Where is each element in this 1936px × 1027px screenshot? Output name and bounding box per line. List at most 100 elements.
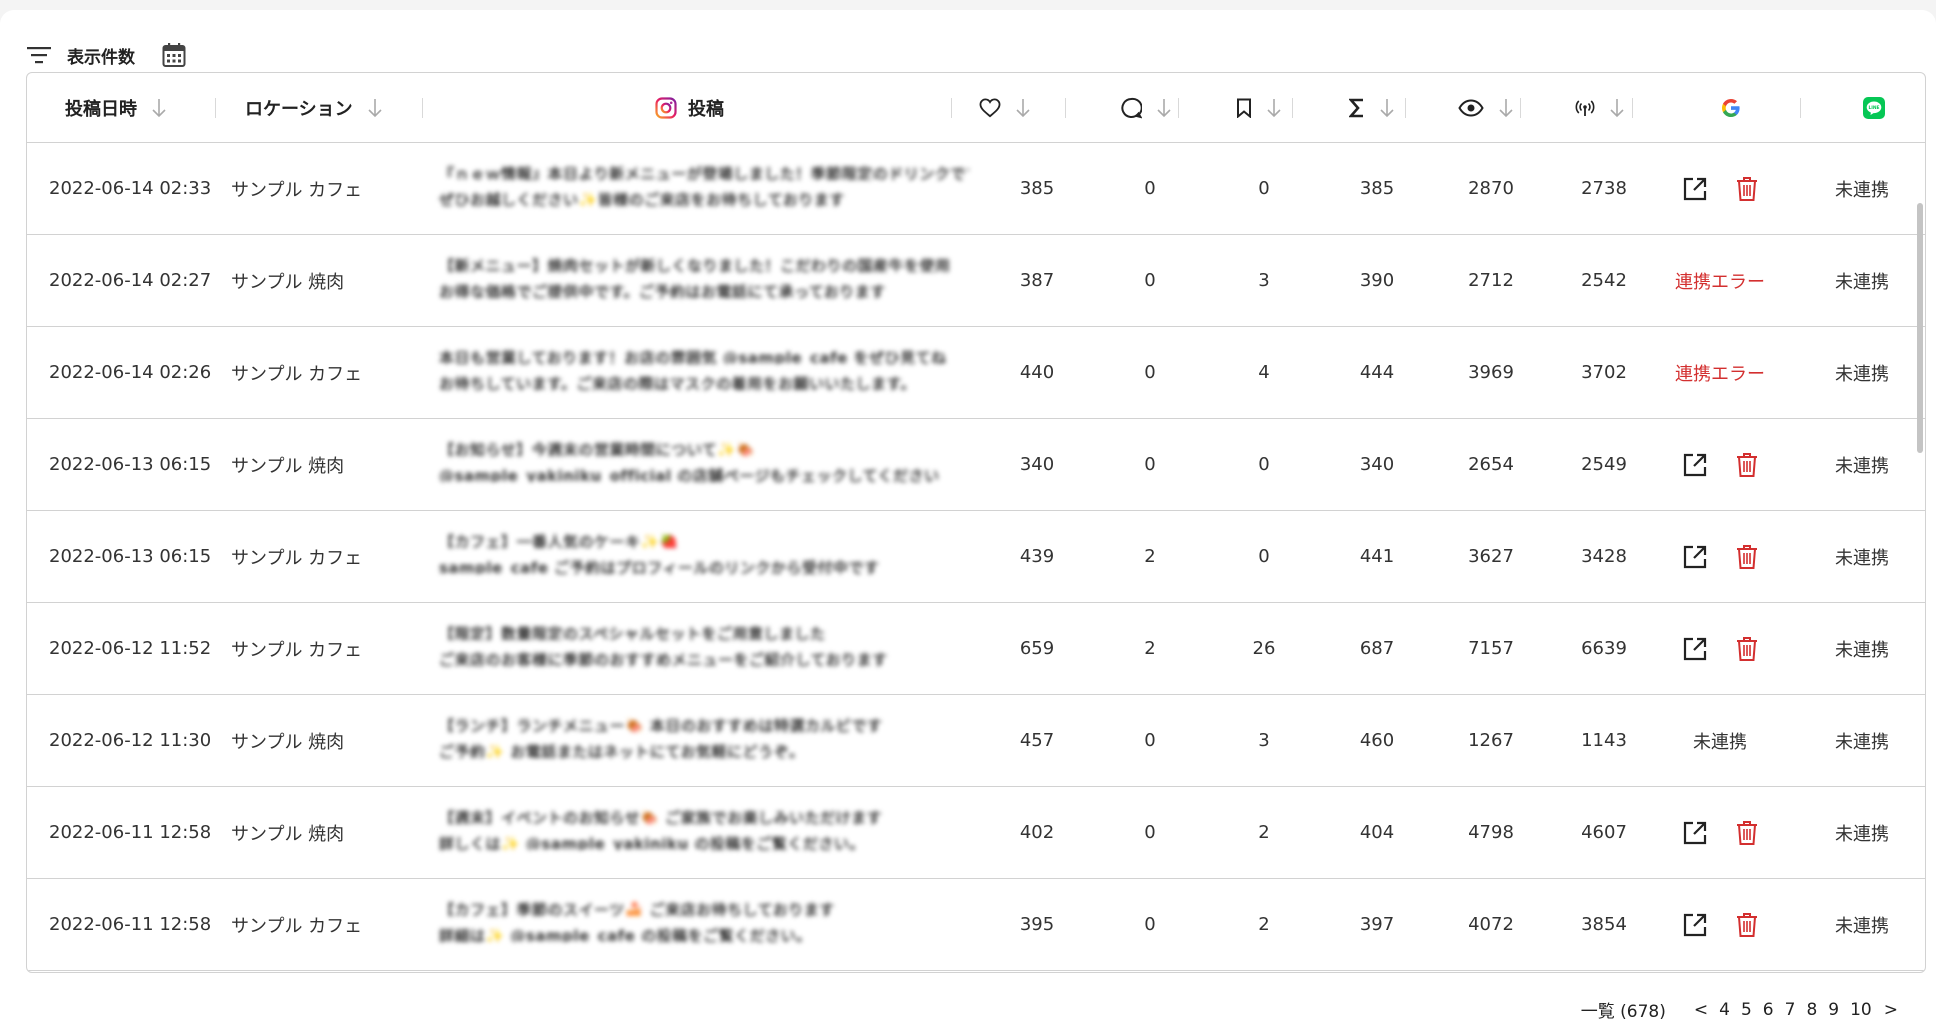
calendar-icon (162, 43, 186, 67)
cell-post[interactable]: 本日も営業しております！お店の雰囲気 @sample_cafe をぜひ見てね お待… (439, 347, 969, 399)
table-row[interactable]: 2022-06-12 11:30 サンプル 焼肉 【ランチ】ランチメニュー🍖 本日の… (27, 695, 1925, 787)
column-header-saves[interactable] (1236, 73, 1282, 143)
trash-icon[interactable] (1736, 452, 1758, 478)
sort-arrow-icon[interactable] (1379, 98, 1395, 118)
cell-reach: 3428 (1581, 546, 1627, 567)
cell-post[interactable]: 【カフェ】一番人気のケーキ✨🍓 sample_cafe ご予約はプロフィールのリン… (439, 531, 969, 583)
cell-reach: 2542 (1581, 270, 1627, 291)
cell-likes: 440 (1019, 362, 1055, 383)
cell-impressions: 4072 (1468, 914, 1514, 935)
cell-post[interactable]: 『ｎｅｗ情報』本日より新メニューが登場しました！季節限定のドリンクです ぜひお越し… (439, 163, 969, 215)
table-row[interactable]: 2022-06-14 02:33 サンプル カフェ 『ｎｅｗ情報』本日より新メニュー… (27, 143, 1925, 235)
cell-comments: 0 (1144, 178, 1156, 199)
sort-arrow-icon[interactable] (1015, 98, 1031, 118)
pagination-next-button[interactable]: > (1884, 1000, 1898, 1020)
header-divider (1178, 98, 1179, 118)
cell-date: 2022-06-14 02:33 (49, 178, 212, 199)
cell-comments: 0 (1144, 730, 1156, 751)
trash-icon[interactable] (1736, 820, 1758, 846)
cell-likes: 340 (1019, 454, 1055, 475)
pagination-page[interactable]: 5 (1741, 1000, 1752, 1020)
external-link-icon[interactable] (1682, 820, 1708, 846)
header-divider (1065, 98, 1066, 118)
cell-reach: 3854 (1581, 914, 1627, 935)
table-row[interactable]: 2022-06-11 12:58 サンプル 焼肉 【週末】イベントのお知らせ🍖 ご家… (27, 787, 1925, 879)
trash-icon[interactable] (1736, 636, 1758, 662)
trash-icon[interactable] (1736, 544, 1758, 570)
header-divider (1520, 98, 1521, 118)
google-actions (1649, 879, 1791, 970)
sort-arrow-icon[interactable] (1609, 98, 1625, 118)
cell-total: 397 (1359, 914, 1395, 935)
cell-reach: 2738 (1581, 178, 1627, 199)
column-header-comments[interactable] (1120, 73, 1172, 143)
external-link-icon[interactable] (1682, 176, 1708, 202)
header-divider (1405, 98, 1406, 118)
cell-post[interactable]: 【ランチ】ランチメニュー🍖 本日のおすすめは特選カルビです ご予約✨ お電話または… (439, 715, 969, 767)
column-header-date[interactable]: 投稿日時 (65, 73, 167, 143)
line-status: 未連携 (1835, 271, 1889, 293)
external-link-icon[interactable] (1682, 544, 1708, 570)
table-row[interactable]: 2022-06-13 06:15 サンプル 焼肉 【お知らせ】今週末の営業時間につい… (27, 419, 1925, 511)
pagination-page[interactable]: 8 (1806, 1000, 1817, 1020)
pagination-prev-button[interactable]: < (1694, 1000, 1708, 1020)
cell-reach: 2549 (1581, 454, 1627, 475)
pagination-page[interactable]: 4 (1719, 1000, 1730, 1020)
table-row[interactable]: 2022-06-14 02:27 サンプル 焼肉 【新メニュー】焼肉セットが新しくな… (27, 235, 1925, 327)
external-link-icon[interactable] (1682, 912, 1708, 938)
column-header-impressions[interactable] (1458, 73, 1514, 143)
trash-icon[interactable] (1736, 176, 1758, 202)
cell-post[interactable]: 【週末】イベントのお知らせ🍖 ご家族でお楽しみいただけます 詳しくは✨ @samp… (439, 807, 969, 859)
sort-arrow-icon[interactable] (367, 98, 383, 118)
pagination-page[interactable]: 6 (1763, 1000, 1774, 1020)
cell-post[interactable]: 【限定】数量限定のスペシャルセットをご用意しました ご来店のお客様に季節のおすすめ… (439, 623, 969, 675)
pagination-page[interactable]: 9 (1828, 1000, 1839, 1020)
google-status[interactable]: 連携エラー (1649, 327, 1791, 418)
filter-icon (27, 47, 51, 64)
cell-reach: 1143 (1581, 730, 1627, 751)
sort-arrow-icon[interactable] (1498, 98, 1514, 118)
display-count-button[interactable]: 表示件数 (27, 43, 135, 68)
cell-impressions: 7157 (1468, 638, 1514, 659)
pagination-page[interactable]: 7 (1785, 1000, 1796, 1020)
column-header-location[interactable]: ロケーション (245, 73, 383, 143)
table-row[interactable]: 2022-06-11 12:58 サンプル カフェ 【カフェ】季節のスイーツ🍰 ご来… (27, 879, 1925, 971)
column-header-post: 投稿 (655, 73, 724, 143)
cell-post[interactable]: 【新メニュー】焼肉セットが新しくなりました！こだわりの国産牛を使用 お得な価格でご… (439, 255, 969, 307)
header-divider (1632, 98, 1633, 118)
cell-reach: 4607 (1581, 822, 1627, 843)
sort-arrow-icon[interactable] (1156, 98, 1172, 118)
trash-icon[interactable] (1736, 912, 1758, 938)
table-row[interactable]: 2022-06-12 11:52 サンプル カフェ 【限定】数量限定のスペシャルセッ… (27, 603, 1925, 695)
vertical-scrollbar[interactable] (1917, 203, 1923, 453)
cell-post[interactable]: 【お知らせ】今週末の営業時間について✨🍖 @sample_yakiniku_off… (439, 439, 969, 491)
column-header-likes[interactable] (979, 73, 1031, 143)
broadcast-icon (1575, 100, 1595, 116)
pagination-page[interactable]: 10 (1850, 1000, 1872, 1020)
cell-impressions: 2654 (1468, 454, 1514, 475)
external-link-icon[interactable] (1682, 452, 1708, 478)
line-icon: LINE (1863, 97, 1885, 119)
cell-post[interactable]: 【カフェ】季節のスイーツ🍰 ご来店お待ちしております 詳細は✨ @sample_c… (439, 899, 969, 951)
line-status: 未連携 (1835, 179, 1889, 201)
cell-comments: 0 (1144, 454, 1156, 475)
google-actions (1649, 419, 1791, 510)
column-header-total[interactable] (1349, 73, 1395, 143)
cell-likes: 439 (1019, 546, 1055, 567)
external-link-icon[interactable] (1682, 636, 1708, 662)
cell-comments: 0 (1144, 914, 1156, 935)
cell-likes: 385 (1019, 178, 1055, 199)
table-row[interactable]: 2022-06-14 02:26 サンプル カフェ 本日も営業しております！お店の雰… (27, 327, 1925, 419)
post-text-line: 【週末】イベントのお知らせ🍖 ご家族でお楽しみいただけます (439, 809, 883, 824)
post-text-line: 【ランチ】ランチメニュー🍖 本日のおすすめは特選カルビです (439, 717, 883, 732)
cell-likes: 457 (1019, 730, 1055, 751)
heart-icon (979, 98, 1001, 118)
sort-arrow-icon[interactable] (151, 98, 167, 118)
cell-location: サンプル 焼肉 (231, 455, 345, 477)
calendar-button[interactable] (162, 42, 186, 68)
cell-saves: 3 (1258, 730, 1270, 751)
google-status[interactable]: 連携エラー (1649, 235, 1791, 326)
sort-arrow-icon[interactable] (1266, 98, 1282, 118)
column-header-reach[interactable] (1575, 73, 1625, 143)
table-row[interactable]: 2022-06-13 06:15 サンプル カフェ 【カフェ】一番人気のケーキ✨🍓 s… (27, 511, 1925, 603)
